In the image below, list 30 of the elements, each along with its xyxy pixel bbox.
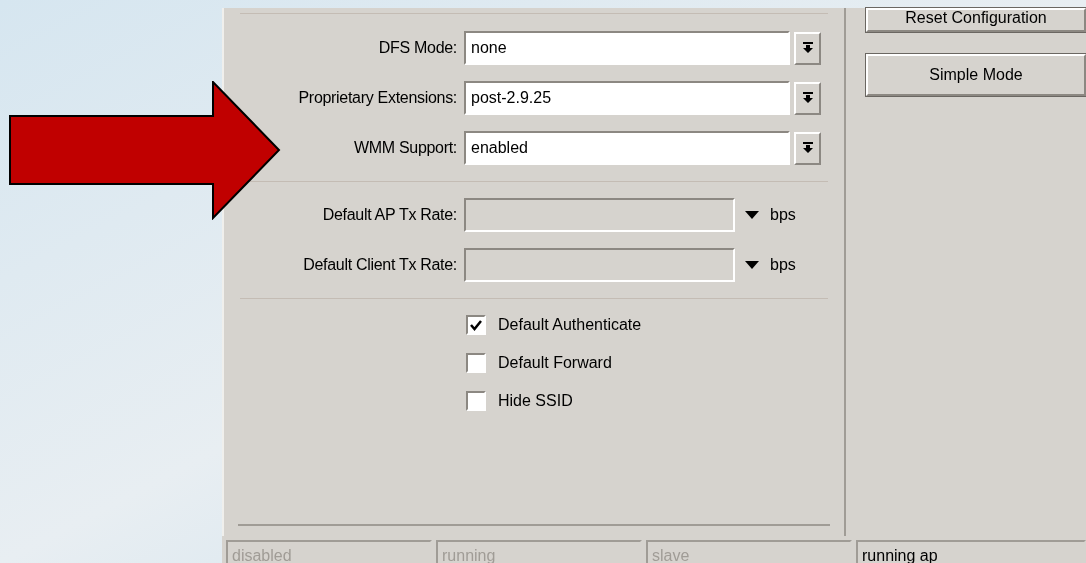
arrow-down-icon [802,42,813,54]
caret-icon[interactable] [745,261,759,269]
field-label: Default Client Tx Rate: [302,255,458,275]
checkbox-label: Default Forward [498,353,612,373]
dropdown-field[interactable]: none [464,31,790,65]
arrow-icon [9,81,281,220]
arrow-down-icon [802,92,813,104]
field-label: DFS Mode: [377,38,458,58]
field-label: Default AP Tx Rate: [321,205,458,225]
field-label: Proprietary Extensions: [297,88,458,108]
check-icon [470,319,482,331]
action-button[interactable]: Simple Mode [866,54,1086,96]
checkbox-label: Default Authenticate [498,315,642,335]
unit-label: bps [770,205,796,225]
checkbox[interactable] [466,391,486,411]
dropdown-button[interactable] [794,131,821,165]
dropdown-field[interactable]: post-2.9.25 [464,81,790,115]
checkbox[interactable] [466,315,486,335]
action-button[interactable]: Reset Configuration [866,8,1086,32]
checkbox[interactable] [466,353,486,373]
field-label: WMM Support: [352,138,458,158]
dropdown-field[interactable]: enabled [464,131,790,165]
status-cell: disabled [226,540,432,563]
caret-icon[interactable] [745,211,759,219]
dropdown-button[interactable] [794,31,821,65]
status-cell: slave [646,540,852,563]
dropdown-button[interactable] [794,81,821,115]
arrow-down-icon [802,142,813,154]
checkbox-label: Hide SSID [498,391,573,411]
unit-label: bps [770,255,796,275]
